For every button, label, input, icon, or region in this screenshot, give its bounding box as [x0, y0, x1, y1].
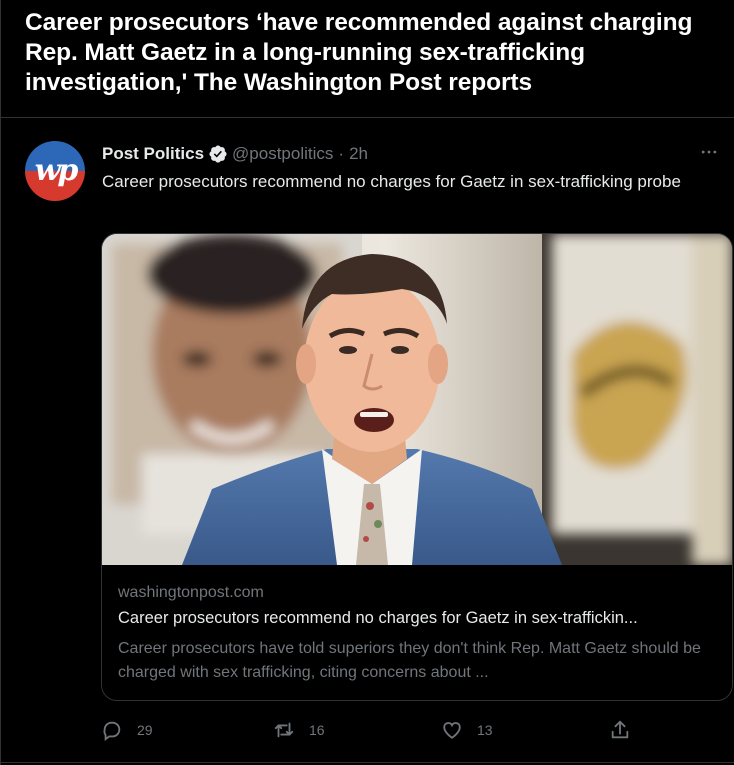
tweet-view: Career prosecutors ‘have recommended aga… [0, 0, 734, 765]
tweet-header: Post Politics @postpolitics · 2h [102, 143, 368, 165]
tweet-time[interactable]: 2h [349, 144, 368, 164]
gaetz-photo-illustration [102, 234, 732, 565]
heart-icon [441, 719, 463, 741]
retweet-icon [273, 719, 295, 741]
verified-badge-icon [208, 144, 228, 164]
tweet-actions: 29 16 13 [101, 717, 641, 743]
retweet-button[interactable]: 16 [273, 717, 325, 743]
retweet-count: 16 [309, 722, 325, 738]
reply-count: 29 [137, 722, 153, 738]
card-description: Career prosecutors have told superiors t… [118, 640, 701, 681]
author-name[interactable]: Post Politics [102, 144, 204, 164]
card-title: Career prosecutors recommend no charges … [118, 609, 638, 627]
divider [1, 117, 734, 118]
share-icon [609, 719, 631, 741]
card-domain: washingtonpost.com [118, 584, 264, 601]
headline-line-1: Career prosecutors ‘have recommended aga… [25, 9, 693, 36]
tweet-text: Career prosecutors recommend no charges … [102, 172, 681, 191]
separator-dot: · [338, 144, 345, 163]
more-horizontal-icon[interactable] [698, 141, 720, 163]
divider [1, 762, 734, 763]
card-image[interactable] [102, 234, 732, 565]
headline: Career prosecutors ‘have recommended aga… [25, 8, 725, 98]
share-button[interactable] [609, 717, 631, 743]
reply-button[interactable]: 29 [101, 717, 153, 743]
reply-icon [101, 719, 123, 741]
author-handle[interactable]: @postpolitics [232, 144, 333, 164]
like-button[interactable]: 13 [441, 717, 493, 743]
headline-line-3: investigation,' The Washington Post repo… [25, 69, 532, 96]
link-card[interactable]: washingtonpost.com Career prosecutors re… [101, 233, 733, 701]
wp-logo: wp [34, 152, 79, 188]
headline-line-2: Rep. Matt Gaetz in a long-running sex-tr… [25, 39, 586, 66]
avatar[interactable]: wp [25, 141, 85, 201]
like-count: 13 [477, 722, 493, 738]
